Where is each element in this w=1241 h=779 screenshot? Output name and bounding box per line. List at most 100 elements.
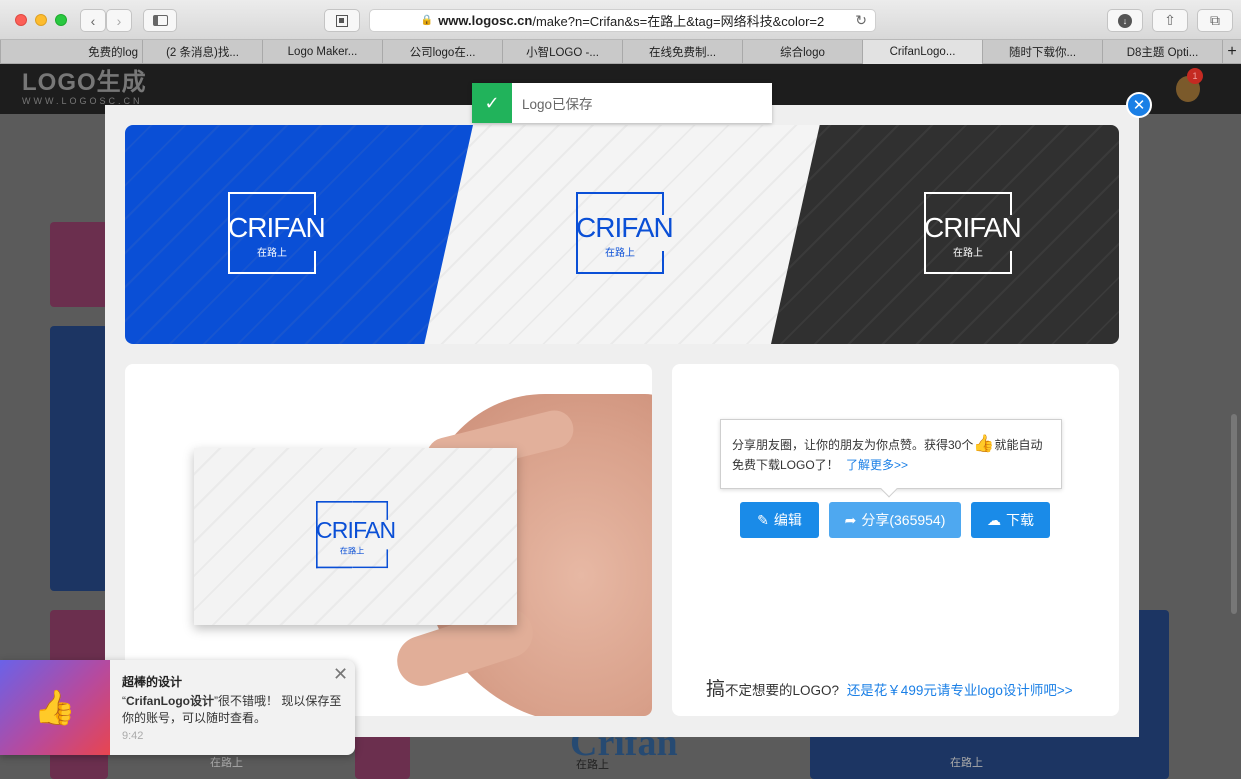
business-card: CRIFAN 在路上	[194, 448, 517, 625]
share-button[interactable]: ➦ 分享(365954)	[829, 502, 961, 538]
thumbs-up-icon: 👍	[973, 434, 995, 453]
share-icon: ⇧	[1164, 12, 1176, 28]
reload-icon[interactable]: ↻	[855, 12, 867, 29]
tab-7-active[interactable]: CrifanLogo...	[862, 40, 982, 64]
tab-label: 小智LOGO -...	[526, 47, 599, 59]
notification-time: 9:42	[122, 730, 144, 742]
tab-6[interactable]: 综合logo	[742, 40, 862, 64]
back-button[interactable]: ‹	[80, 9, 106, 32]
tab-label: 免费的log	[88, 47, 138, 59]
close-icon: ✕	[1132, 97, 1146, 114]
tab-label: Logo Maker...	[287, 46, 358, 58]
share-tip-line2: 免费下载LOGO了！ 了解更多>>	[732, 455, 1051, 475]
hire-designer-line: 搞不定想要的LOGO? 还是花￥499元请专业logo设计师吧>>	[706, 674, 1073, 701]
downloads-button[interactable]: ↓	[1107, 9, 1143, 32]
background-card	[50, 326, 108, 591]
action-panel: 分享朋友圈，让你的朋友为你点赞。获得30个👍就能自动 免费下载LOGO了！ 了解…	[672, 364, 1119, 716]
logo-dark-variant[interactable]: CRIFAN 在路上	[924, 192, 1022, 274]
saved-toast: ✓ Logo已保存	[472, 83, 772, 123]
notification-title: 超棒的设计	[122, 675, 183, 689]
download-button-label: 下载	[1006, 512, 1034, 528]
share-tip-line1: 分享朋友圈，让你的朋友为你点赞。获得30个👍就能自动	[732, 434, 1051, 455]
tab-8[interactable]: 随时下载你...	[982, 40, 1102, 64]
plus-icon: +	[1227, 43, 1237, 60]
sidebar-icon	[152, 15, 168, 26]
tab-label: 公司logo在...	[409, 47, 476, 59]
hire-designer-link[interactable]: 还是花￥499元请专业logo设计师吧>>	[847, 683, 1073, 698]
download-button[interactable]: ☁ 下载	[971, 502, 1050, 538]
tab-pinned[interactable]	[0, 40, 34, 64]
logo-slogan: 在路上	[605, 248, 635, 259]
logo-name: CRIFAN	[316, 517, 396, 543]
lock-icon: 🔒	[420, 15, 434, 26]
reader-icon	[336, 14, 348, 27]
share-browser-button[interactable]: ⇧	[1152, 9, 1188, 32]
tab-1[interactable]: (2 条消息)找...	[142, 40, 262, 64]
learn-more-link[interactable]: 了解更多>>	[846, 458, 908, 472]
tab-3[interactable]: 公司logo在...	[382, 40, 502, 64]
notification-body: “CrifanLogo设计”很不错哦！ 现以保存至你的账号，可以随时查看。	[122, 693, 347, 727]
tab-0[interactable]: 免费的log	[34, 40, 142, 64]
thumbs-up-app-icon: 👍	[0, 660, 110, 755]
zoom-window-button[interactable]	[55, 14, 67, 26]
chevron-left-icon: ‹	[90, 12, 96, 29]
sidebar-button[interactable]	[143, 9, 177, 32]
url-host: www.logosc.cn	[438, 13, 533, 28]
logo-slogan: 在路上	[339, 546, 365, 556]
tab-label: 在线免费制...	[648, 47, 717, 59]
tab-9[interactable]: D8主题 Opti...	[1102, 40, 1222, 64]
background-slogan-text: 在路上	[576, 759, 609, 771]
toast-message: Logo已保存	[522, 97, 593, 112]
tab-label: 随时下载你...	[1008, 47, 1077, 59]
logo-name: CRIFAN	[228, 212, 326, 243]
close-icon: ✕	[333, 664, 349, 684]
url-path: /make?n=Crifan&s=在路上&tag=网络科技&color=2	[532, 14, 825, 29]
edit-button-label: 编辑	[773, 512, 802, 528]
tabs-icon: ⧉	[1210, 12, 1220, 28]
tab-label: D8主题 Opti...	[1126, 47, 1199, 59]
tab-label: (2 条消息)找...	[166, 47, 239, 59]
logo-name: CRIFAN	[576, 212, 674, 243]
big-char: 搞	[706, 679, 726, 700]
share-forward-icon: ➦	[844, 511, 857, 528]
chevron-right-icon: ›	[116, 12, 122, 29]
notification-badge: 1	[1187, 68, 1203, 84]
logo-slogan: 在路上	[953, 248, 983, 259]
logo-white-variant[interactable]: CRIFAN 在路上	[576, 192, 674, 274]
logo-name: CRIFAN	[924, 212, 1022, 243]
address-bar[interactable]: 🔒 www.logosc.cn /make?n=Crifan&s=在路上&tag…	[369, 9, 876, 32]
popover-arrow	[880, 480, 898, 498]
new-tab-button[interactable]: +	[1222, 40, 1241, 64]
background-slogan-text-3: 在路上	[210, 757, 243, 769]
share-button-label: 分享(365954)	[861, 512, 946, 528]
minimize-window-button[interactable]	[35, 14, 47, 26]
tab-4[interactable]: 小智LOGO -...	[502, 40, 622, 64]
card-logo: CRIFAN 在路上	[316, 501, 396, 569]
share-tip-popover: 分享朋友圈，让你的朋友为你点赞。获得30个👍就能自动 免费下载LOGO了！ 了解…	[720, 419, 1062, 498]
notification-close-button[interactable]: ✕	[333, 664, 348, 685]
forward-button[interactable]: ›	[106, 9, 132, 32]
share-tip-text-end: 就能自动	[994, 438, 1043, 452]
tab-overview-button[interactable]: ⧉	[1197, 9, 1233, 32]
site-logo[interactable]: LOGO生成 WWW.LOGOSC.CN	[22, 70, 147, 107]
tab-label: CrifanLogo...	[889, 46, 956, 58]
scrollbar[interactable]	[1231, 414, 1237, 614]
close-modal-button[interactable]: ✕	[1126, 92, 1152, 118]
cloud-download-icon: ☁	[987, 511, 1001, 528]
browser-toolbar: ‹ › 🔒 www.logosc.cn /make?n=Crifan&s=在路上…	[0, 0, 1241, 40]
system-notification[interactable]: 👍 超棒的设计 “CrifanLogo设计”很不错哦！ 现以保存至你的账号，可以…	[0, 660, 355, 755]
tab-5[interactable]: 在线免费制...	[622, 40, 742, 64]
edit-button[interactable]: ✎ 编辑	[740, 502, 819, 538]
share-tip-text: 分享朋友圈，让你的朋友为你点赞。获得30个	[732, 438, 974, 452]
background-slogan-text-2: 在路上	[950, 757, 983, 769]
logo-blue-variant[interactable]: CRIFAN 在路上	[228, 192, 326, 274]
tab-2[interactable]: Logo Maker...	[262, 40, 382, 64]
close-window-button[interactable]	[15, 14, 27, 26]
background-card	[355, 734, 410, 779]
hire-designer-text: 不定想要的LOGO?	[725, 683, 840, 698]
download-circle-icon: ↓	[1118, 13, 1132, 28]
reader-button[interactable]	[324, 9, 360, 32]
logo-slogan: 在路上	[257, 248, 287, 259]
edit-icon: ✎	[757, 511, 769, 528]
logo-color-variants-banner: CRIFAN 在路上 CRIFAN 在路上 CRIFAN 在路上	[125, 125, 1119, 344]
